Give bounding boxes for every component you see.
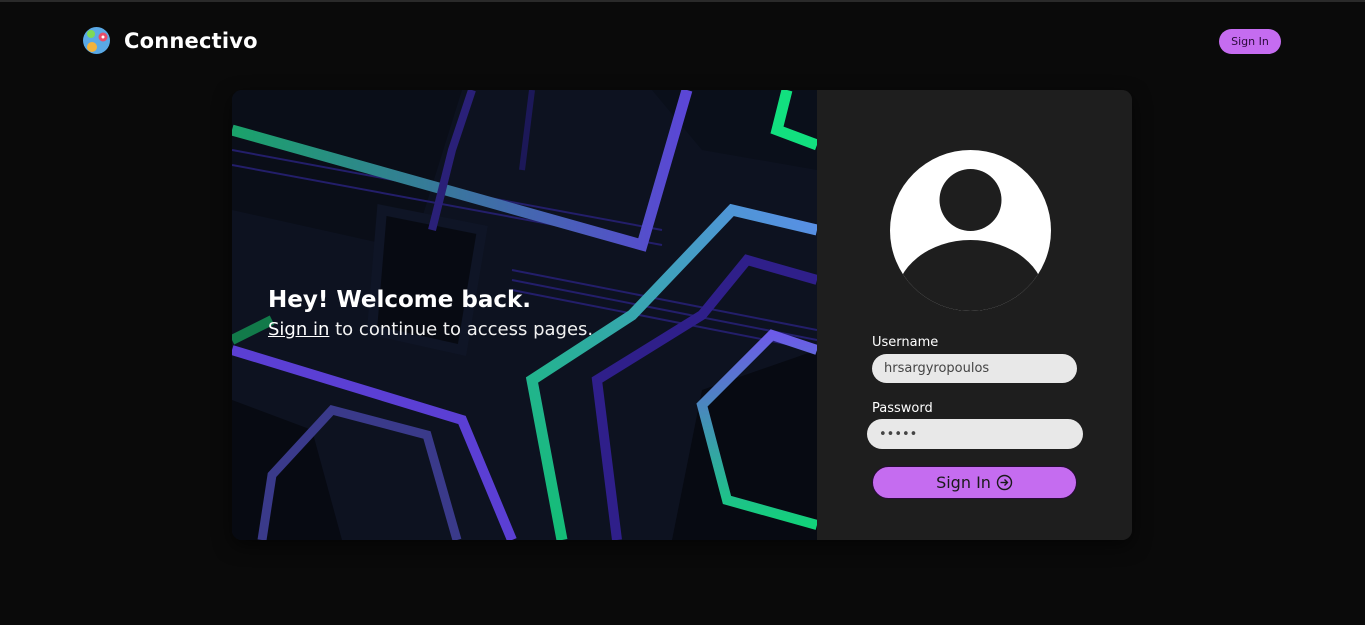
signin-submit-label: Sign In [936, 473, 991, 492]
login-form-panel: Username Password Sign In [817, 90, 1132, 540]
user-avatar-icon [890, 150, 1051, 311]
signin-link[interactable]: Sign in [268, 319, 329, 340]
username-label: Username [872, 335, 939, 350]
brand-name: Connectivo [124, 28, 258, 53]
brand[interactable]: Connectivo [82, 26, 258, 55]
signin-submit-button[interactable]: Sign In [872, 466, 1077, 499]
welcome-subtitle-text: to continue to access pages. [329, 319, 594, 340]
login-card: Hey! Welcome back. Sign in to continue t… [232, 90, 1132, 540]
sign-in-arrow-icon [996, 474, 1013, 491]
welcome-title: Hey! Welcome back. [268, 287, 532, 313]
welcome-subtitle: Sign in to continue to access pages. [268, 315, 593, 345]
username-input[interactable] [872, 354, 1077, 383]
connectivo-logo-icon [83, 27, 110, 54]
top-border [0, 0, 1365, 2]
decorative-background: Hey! Welcome back. Sign in to continue t… [232, 90, 817, 540]
welcome-block: Hey! Welcome back. Sign in to continue t… [268, 286, 593, 345]
password-label: Password [872, 401, 933, 416]
password-input[interactable] [867, 419, 1083, 449]
header-signin-button[interactable]: Sign In [1219, 29, 1281, 54]
